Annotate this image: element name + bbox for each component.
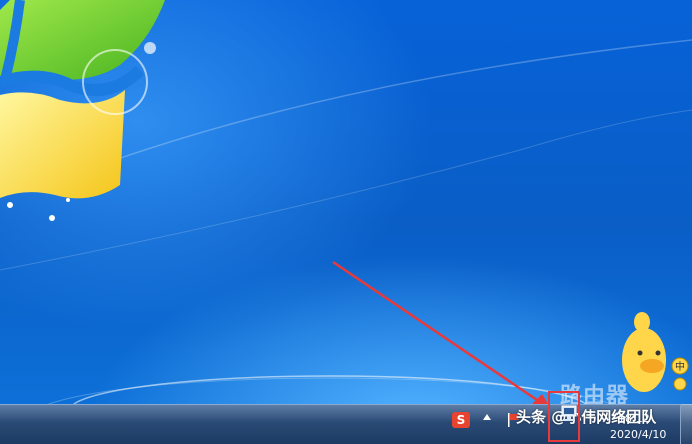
chevron-up-icon[interactable] xyxy=(483,414,491,420)
desktop[interactable]: 中 路由器 xyxy=(0,0,692,404)
sogou-ime-icon[interactable]: S xyxy=(452,412,470,428)
show-desktop-button[interactable] xyxy=(680,404,692,444)
windows-logo xyxy=(0,0,165,221)
highlight-box xyxy=(548,391,580,442)
clock-time[interactable]: 18:12 xyxy=(618,412,650,425)
clock-date[interactable]: 2020/4/10 xyxy=(610,428,666,441)
ime-mode-label: 中 xyxy=(675,360,685,373)
